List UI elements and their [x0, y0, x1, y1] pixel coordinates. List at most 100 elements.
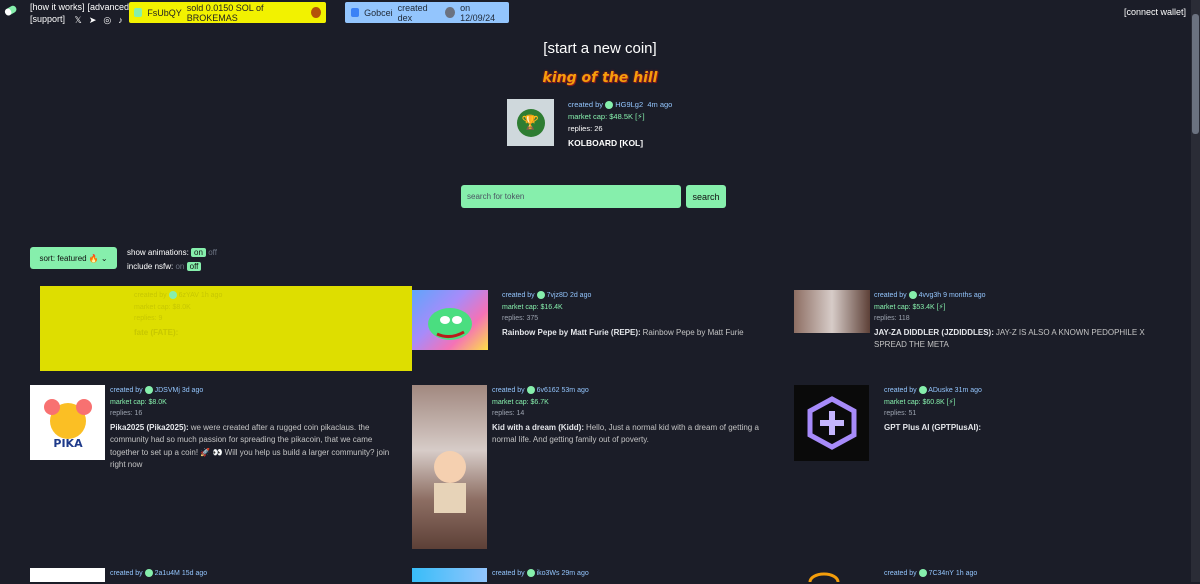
scrollbar-thumb[interactable] — [1192, 14, 1199, 134]
creator-link[interactable]: 2a1u4M — [155, 570, 180, 577]
creator-link[interactable]: 6zYAV — [179, 292, 199, 299]
replies-count: replies: 9 — [134, 315, 163, 322]
creator-avatar — [908, 291, 917, 300]
search-input[interactable] — [461, 185, 681, 208]
created-ago: 15d ago — [181, 570, 208, 577]
market-cap: market cap: $8.0K — [134, 303, 191, 311]
created-ago: 9 months ago — [943, 292, 986, 299]
ticker-text: sold 0.0150 SOL of BROKEMAS — [186, 2, 264, 23]
coin-card[interactable]: created by 7C34nY 1h ago — [794, 568, 1184, 584]
king-of-the-hill-logo: king of the hill — [542, 70, 658, 86]
creator-link[interactable]: 6v6162 — [537, 387, 560, 394]
coin-title: Kid with a dream (Kidd): — [492, 422, 584, 432]
nsfw-off-toggle[interactable]: off — [186, 262, 202, 271]
ticker-text: created dex — [397, 2, 428, 23]
instagram-icon[interactable]: ◎ — [103, 14, 111, 26]
top-nav: [how it works] [advanced [support] 𝕏 ➤ ◎ … — [30, 1, 132, 26]
coin-card[interactable]: created by 7vjz8D 2d ago market cap: $16… — [412, 290, 782, 370]
created-ago: 3d ago — [181, 387, 204, 394]
coin-card[interactable]: created by 4vvg3h 9 months ago market ca… — [794, 290, 1184, 370]
coin-meta: created by 4vvg3h 9 months ago market ca… — [874, 290, 1174, 352]
replies-count: replies: 118 — [874, 315, 910, 322]
creator-avatar — [144, 386, 153, 395]
created-ago: 1h ago — [200, 292, 223, 299]
logo-icon[interactable] — [4, 5, 18, 17]
coin-meta: created by JDSVMj 3d ago market cap: $8.… — [110, 385, 393, 472]
chevron-down-icon: ⌄ — [100, 253, 108, 263]
sort-dropdown[interactable]: sort: featured 🔥 ⌄ — [30, 247, 117, 269]
how-it-works-link[interactable]: [how it works] — [30, 2, 85, 12]
creator-link[interactable]: iko3Ws — [537, 570, 560, 577]
koth-coin-image[interactable]: 🏆 — [507, 99, 554, 146]
coin-meta: created by 7C34nY 1h ago — [884, 568, 977, 580]
coin-card[interactable]: created by 2a1u4M 15d ago — [30, 568, 390, 582]
created-ago: 4m ago — [647, 100, 673, 109]
coin-image — [30, 568, 105, 582]
created-by-label: created by — [492, 570, 525, 577]
created-by-label: created by — [502, 292, 535, 299]
animations-on-toggle[interactable]: on — [191, 248, 206, 257]
coin-image — [412, 290, 488, 350]
nsfw-on-toggle[interactable]: on — [175, 262, 184, 271]
coin-image — [412, 385, 487, 549]
search-button[interactable]: search — [686, 185, 726, 208]
creator-avatar — [144, 569, 153, 578]
start-new-coin-link[interactable]: [start a new coin] — [0, 40, 1200, 57]
creator-link[interactable]: ADuske — [928, 387, 953, 394]
creator-avatar — [168, 291, 177, 300]
activity-ticker-create[interactable]: Gobcei created dex on 12/09/24 — [345, 2, 509, 23]
creator-avatar — [605, 101, 614, 110]
sort-label: sort: featured 🔥 — [39, 253, 99, 263]
ticker-user: FsUbQY — [147, 7, 182, 18]
coin-card[interactable]: created by 6v6162 53m ago market cap: $6… — [412, 385, 782, 549]
coin-meta: created by 6zYAV 1h ago market cap: $8.0… — [134, 290, 222, 338]
advanced-link[interactable]: [advanced — [88, 2, 130, 12]
created-by-label: created by — [884, 387, 917, 394]
created-by-label: created by — [568, 100, 604, 109]
created-ago: 53m ago — [561, 387, 589, 394]
coin-meta: created by 7vjz8D 2d ago market cap: $16… — [502, 290, 772, 339]
coin-name: KOLBOARD [KOL] — [568, 138, 644, 148]
created-ago: 31m ago — [954, 387, 982, 394]
creator-link[interactable]: HG9Lg2 — [615, 100, 643, 109]
animations-off-toggle[interactable]: off — [208, 248, 217, 257]
coin-card[interactable]: created by 6zYAV 1h ago market cap: $8.0… — [40, 286, 412, 371]
creator-link[interactable]: 7vjz8D — [547, 292, 568, 299]
market-cap: market cap: $6.7K — [492, 398, 549, 406]
coin-card[interactable]: created by iko3Ws 29m ago — [412, 568, 782, 582]
connect-wallet-button[interactable]: [connect wallet] — [1124, 7, 1186, 17]
activity-ticker-trade[interactable]: FsUbQY sold 0.0150 SOL of BROKEMAS — [129, 2, 326, 23]
created-by-label: created by — [492, 387, 525, 394]
coin-card[interactable]: PIKA created by JDSVMj 3d ago market cap… — [30, 385, 395, 505]
creator-link[interactable]: 7C34nY — [929, 570, 954, 577]
replies-count: replies: 26 — [568, 124, 603, 133]
coin-image — [412, 568, 487, 582]
koth-coin-info[interactable]: created by HG9Lg2 4m ago market cap: $48… — [568, 99, 672, 149]
coin-image: PIKA — [30, 385, 105, 460]
market-cap: market cap: $60.8K — [884, 398, 945, 406]
x-icon[interactable]: 𝕏 — [75, 14, 82, 26]
creator-link[interactable]: JDSVMj — [155, 387, 180, 394]
coin-avatar — [445, 7, 456, 18]
created-by-label: created by — [884, 570, 917, 577]
coin-title: Rainbow Pepe by Matt Furie (REPE): — [502, 327, 641, 337]
creator-avatar — [526, 569, 535, 578]
coin-card[interactable]: created by ADuske 31m ago market cap: $6… — [794, 385, 1184, 465]
bolt-icon: [⚡] — [936, 303, 946, 311]
creator-avatar — [536, 291, 545, 300]
tiktok-icon[interactable]: ♪ — [118, 14, 123, 26]
creator-avatar — [918, 386, 927, 395]
replies-count: replies: 51 — [884, 410, 917, 417]
support-link[interactable]: [support] — [30, 14, 65, 24]
creator-link[interactable]: 4vvg3h — [919, 292, 942, 299]
bolt-icon: [⚡] — [946, 398, 956, 406]
telegram-icon[interactable]: ➤ — [89, 14, 97, 26]
avatar — [134, 8, 143, 17]
nsfw-label: include nsfw: — [127, 262, 174, 271]
trophy-icon: 🏆 — [516, 108, 545, 137]
ticker-date: on 12/09/24 — [460, 2, 496, 23]
market-cap: market cap: $8.0K — [110, 398, 167, 406]
display-toggles: show animations: on off include nsfw: on… — [127, 246, 217, 274]
svg-text:PIKA: PIKA — [53, 437, 83, 450]
coin-meta: created by ADuske 31m ago market cap: $6… — [884, 385, 1174, 434]
